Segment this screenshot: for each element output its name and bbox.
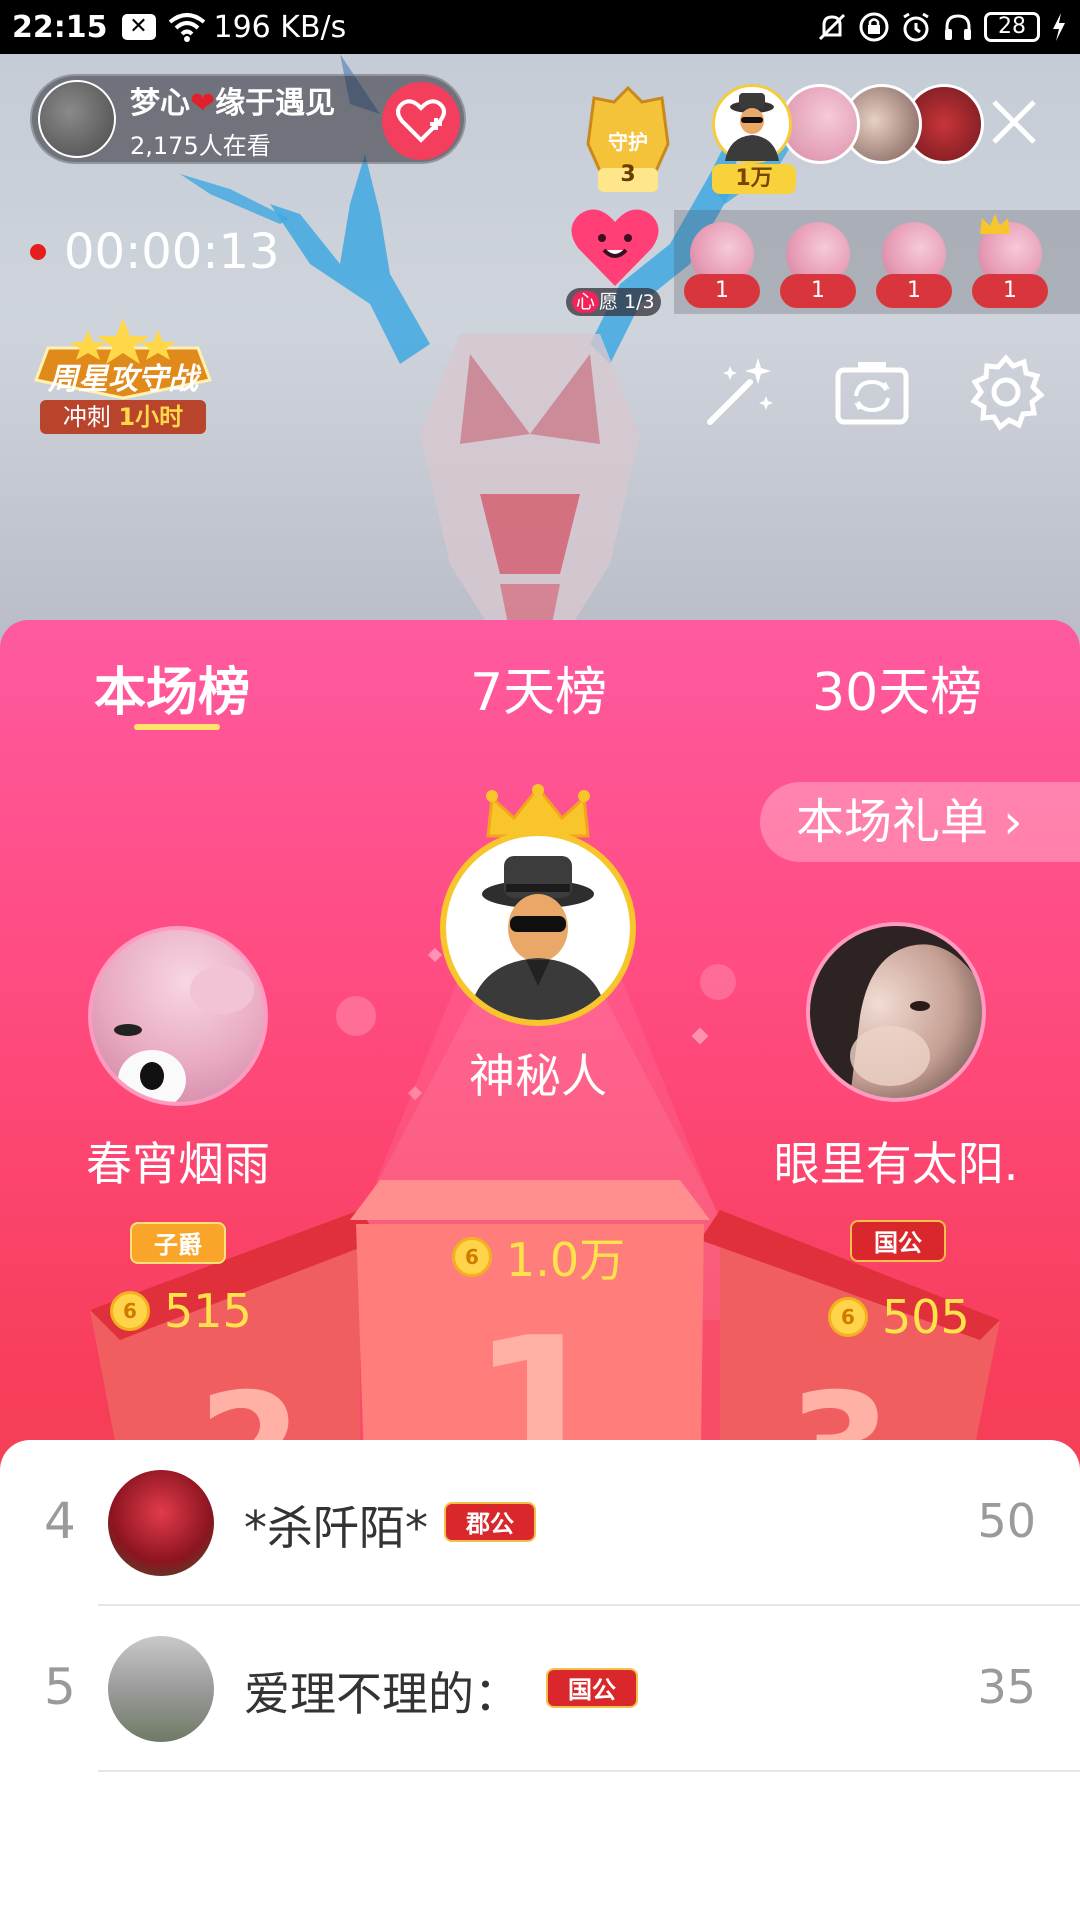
tab-30-days[interactable]: 30天榜 — [812, 650, 982, 725]
row-rank: 4 — [44, 1492, 76, 1550]
wifi-icon — [168, 13, 205, 42]
ranking-tabs: 本场榜 7天榜 30天榜 — [0, 650, 1080, 730]
coin-icon: 6 — [828, 1297, 868, 1337]
coin-icon: 6 — [452, 1237, 492, 1277]
follow-heart-button[interactable] — [382, 82, 460, 160]
second-place-avatar[interactable] — [88, 926, 268, 1106]
headphones-icon — [945, 14, 971, 40]
second-place-name: 春宵烟雨 — [86, 1137, 270, 1191]
heart-icon: ❤ — [190, 85, 216, 121]
active-tab-indicator — [134, 724, 220, 730]
gift-sender[interactable]: 1 — [876, 222, 952, 308]
row-title-badge: 国公 — [546, 1668, 638, 1708]
host-info-pill[interactable]: 梦心❤缘于遇见 2,175人在看 — [30, 74, 466, 164]
row-name: *杀阡陌* — [244, 1501, 428, 1555]
lock-rotation-icon — [859, 12, 889, 42]
gift-sender[interactable]: 1 — [780, 222, 856, 308]
avatar-plush-image — [114, 966, 254, 1102]
top-viewer-avatar[interactable] — [712, 84, 792, 164]
viewer-avatar[interactable] — [780, 84, 860, 164]
week-star-battle-banner[interactable]: 周星攻守战 冲刺 1小时 — [28, 318, 218, 438]
live-video[interactable]: 梦心❤缘于遇见 2,175人在看 守护 3 1万 00:00:13 心 愿 1/… — [0, 54, 1080, 654]
alarm-icon — [903, 12, 929, 42]
gift-senders-strip[interactable]: 1 1 1 1 — [674, 210, 1080, 314]
tab-this-session[interactable]: 本场榜 — [94, 650, 250, 725]
close-icon[interactable] — [984, 92, 1044, 152]
second-place-title-badge: 子爵 — [130, 1222, 226, 1264]
switch-camera-icon[interactable] — [832, 352, 912, 432]
first-place-name: 神秘人 — [469, 1049, 607, 1103]
row-name: 爱理不理的： — [244, 1667, 520, 1721]
row-score: 35 — [977, 1660, 1036, 1714]
host-name: 梦心❤缘于遇见 — [130, 85, 336, 121]
deer-head-decoration — [420, 334, 640, 644]
divider — [98, 1770, 1080, 1772]
host-avatar[interactable] — [38, 80, 116, 158]
tab-7-days[interactable]: 7天榜 — [470, 650, 607, 725]
list-item[interactable]: 5 爱理不理的： 国公 35 — [0, 1606, 1080, 1772]
wish-badge[interactable]: 心愿 1/3 — [566, 204, 666, 316]
mute-bell-icon — [818, 13, 846, 41]
viewer-count: 2,175人在看 — [130, 131, 271, 160]
avatar-woman-image — [810, 926, 982, 1098]
beauty-wand-icon[interactable] — [700, 352, 780, 432]
record-dot-icon — [30, 244, 46, 260]
charging-icon — [1053, 13, 1065, 41]
heart-plus-icon — [396, 99, 446, 143]
row-rank: 5 — [44, 1658, 76, 1716]
second-place-score: 6 515 — [110, 1284, 252, 1338]
first-place-score: 6 1.0万 — [452, 1224, 625, 1290]
guard-badge[interactable]: 守护 3 — [582, 84, 674, 194]
coin-icon: 6 — [110, 1291, 150, 1331]
gift-list-button[interactable]: 本场礼单 › — [760, 782, 1080, 862]
ranking-list: 4 *杀阡陌* 郡公 50 5 爱理不理的： 国公 35 — [0, 1440, 1080, 1920]
first-place-avatar[interactable] — [440, 830, 636, 1026]
mystery-man-icon — [725, 93, 779, 161]
crown-icon — [980, 214, 1010, 234]
top-viewer-amount: 1万 — [712, 164, 796, 194]
status-time: 22:15 — [12, 9, 108, 45]
gift-sender[interactable]: 1 — [684, 222, 760, 308]
third-place-name: 眼里有太阳. — [773, 1137, 1019, 1191]
row-avatar[interactable] — [108, 1470, 214, 1576]
status-bar: 22:15 ✕ 196 KB/s 28 — [0, 0, 1080, 54]
smiling-heart-icon — [571, 209, 659, 286]
settings-gear-icon[interactable] — [966, 352, 1046, 432]
mystery-man-icon — [468, 856, 608, 1020]
row-title-badge: 郡公 — [444, 1502, 536, 1542]
network-speed: 196 KB/s — [213, 9, 347, 45]
battery-icon: 28 — [984, 12, 1040, 42]
row-score: 50 — [977, 1494, 1036, 1548]
row-avatar[interactable] — [108, 1636, 214, 1742]
third-place-title-badge: 国公 — [850, 1220, 946, 1262]
list-item[interactable]: 4 *杀阡陌* 郡公 50 — [0, 1440, 1080, 1606]
third-place-avatar[interactable] — [806, 922, 986, 1102]
x-box-icon: ✕ — [121, 14, 156, 40]
third-place-score: 6 505 — [828, 1290, 970, 1344]
recording-timer: 00:00:13 — [30, 224, 280, 280]
